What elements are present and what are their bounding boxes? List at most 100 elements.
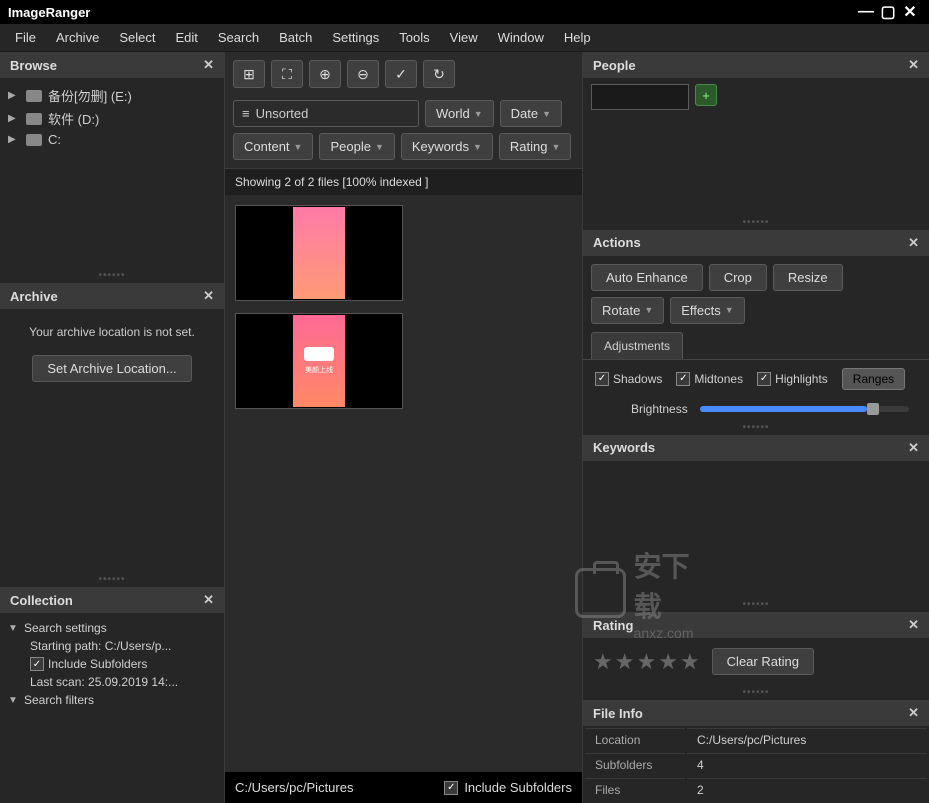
menu-archive[interactable]: Archive bbox=[47, 27, 108, 48]
check-icon[interactable]: ✓ bbox=[385, 60, 417, 88]
minimize-button[interactable]: — bbox=[855, 3, 877, 21]
menu-select[interactable]: Select bbox=[110, 27, 164, 48]
maximize-button[interactable]: ▢ bbox=[877, 2, 899, 22]
fileinfo-table: LocationC:/Users/pc/Pictures Subfolders4… bbox=[583, 726, 929, 803]
menu-edit[interactable]: Edit bbox=[166, 27, 206, 48]
content-filter-button[interactable]: Content▼ bbox=[233, 133, 313, 160]
keywords-filter-button[interactable]: Keywords▼ bbox=[401, 133, 493, 160]
search-filters-item[interactable]: ▼ Search filters bbox=[8, 691, 216, 709]
include-subfolders-label: Include Subfolders bbox=[464, 780, 572, 795]
archive-close-icon[interactable]: ✕ bbox=[203, 288, 214, 304]
menubar: File Archive Select Edit Search Batch Se… bbox=[0, 24, 929, 52]
menu-batch[interactable]: Batch bbox=[270, 27, 321, 48]
checkbox-icon[interactable] bbox=[30, 657, 44, 671]
toolbar: ⊞ ⛶ ⊕ ⊖ ✓ ↻ ≡ Unsorted World▼ Date▼ Cont… bbox=[225, 52, 582, 169]
effects-button[interactable]: Effects▼ bbox=[670, 297, 744, 324]
people-input[interactable] bbox=[591, 84, 689, 110]
grip-handle[interactable]: •••••• bbox=[583, 420, 929, 435]
archive-message: Your archive location is not set. bbox=[8, 315, 216, 349]
menu-file[interactable]: File bbox=[6, 27, 45, 48]
add-person-button[interactable]: + bbox=[695, 84, 717, 106]
rating-title: Rating bbox=[593, 618, 633, 633]
brightness-label: Brightness bbox=[631, 402, 688, 416]
chevron-down-icon: ▼ bbox=[8, 623, 20, 634]
star-icon[interactable]: ★ bbox=[658, 649, 678, 675]
date-filter-button[interactable]: Date▼ bbox=[500, 100, 562, 127]
grip-handle[interactable]: •••••• bbox=[583, 685, 929, 700]
menu-help[interactable]: Help bbox=[555, 27, 600, 48]
drive-item[interactable]: ▶ C: bbox=[8, 130, 216, 149]
grid-view-icon[interactable]: ⊞ bbox=[233, 60, 265, 88]
drive-label: 备份[勿删] (E:) bbox=[48, 86, 132, 105]
set-archive-button[interactable]: Set Archive Location... bbox=[32, 355, 191, 382]
clear-rating-button[interactable]: Clear Rating bbox=[712, 648, 814, 675]
drive-label: C: bbox=[48, 132, 61, 147]
browse-close-icon[interactable]: ✕ bbox=[203, 57, 214, 73]
actions-close-icon[interactable]: ✕ bbox=[908, 235, 919, 251]
footer-bar: C:/Users/pc/Pictures Include Subfolders bbox=[225, 772, 582, 803]
world-filter-button[interactable]: World▼ bbox=[425, 100, 494, 127]
include-subfolders-checkbox[interactable] bbox=[444, 781, 458, 795]
search-settings-item[interactable]: ▼ Search settings bbox=[8, 619, 216, 637]
list-icon: ≡ bbox=[242, 106, 250, 121]
menu-view[interactable]: View bbox=[441, 27, 487, 48]
midtones-checkbox[interactable]: Midtones bbox=[676, 372, 743, 386]
keywords-title: Keywords bbox=[593, 440, 655, 455]
people-panel-header: People ✕ bbox=[583, 52, 929, 78]
sort-selector[interactable]: ≡ Unsorted bbox=[233, 100, 419, 127]
people-filter-button[interactable]: People▼ bbox=[319, 133, 394, 160]
keywords-close-icon[interactable]: ✕ bbox=[908, 440, 919, 456]
grip-handle[interactable]: •••••• bbox=[0, 572, 224, 587]
starting-path-item[interactable]: Starting path: C:/Users/p... bbox=[8, 637, 216, 655]
rotate-button[interactable]: Rotate▼ bbox=[591, 297, 664, 324]
menu-search[interactable]: Search bbox=[209, 27, 268, 48]
highlights-checkbox[interactable]: Highlights bbox=[757, 372, 828, 386]
drive-item[interactable]: ▶ 软件 (D:) bbox=[8, 107, 216, 130]
shadows-checkbox[interactable]: Shadows bbox=[595, 372, 662, 386]
auto-enhance-button[interactable]: Auto Enhance bbox=[591, 264, 703, 291]
rating-close-icon[interactable]: ✕ bbox=[908, 617, 919, 633]
thumb-badge bbox=[304, 347, 334, 361]
drive-item[interactable]: ▶ 备份[勿删] (E:) bbox=[8, 84, 216, 107]
drive-icon bbox=[26, 134, 42, 146]
table-row: LocationC:/Users/pc/Pictures bbox=[585, 728, 927, 751]
grip-handle[interactable]: •••••• bbox=[583, 215, 929, 230]
star-icon[interactable]: ★ bbox=[593, 649, 613, 675]
fileinfo-title: File Info bbox=[593, 706, 643, 721]
rating-filter-button[interactable]: Rating▼ bbox=[499, 133, 572, 160]
last-scan-item[interactable]: Last scan: 25.09.2019 14:... bbox=[8, 673, 216, 691]
chevron-down-icon: ▼ bbox=[8, 695, 20, 706]
close-button[interactable]: ✕ bbox=[899, 2, 921, 22]
collection-close-icon[interactable]: ✕ bbox=[203, 592, 214, 608]
star-icon[interactable]: ★ bbox=[615, 649, 635, 675]
refresh-icon[interactable]: ↻ bbox=[423, 60, 455, 88]
resize-button[interactable]: Resize bbox=[773, 264, 843, 291]
zoom-out-icon[interactable]: ⊖ bbox=[347, 60, 379, 88]
crop-button[interactable]: Crop bbox=[709, 264, 767, 291]
actions-panel-header: Actions ✕ bbox=[583, 230, 929, 256]
zoom-in-icon[interactable]: ⊕ bbox=[309, 60, 341, 88]
table-row: Files2 bbox=[585, 778, 927, 801]
drive-icon bbox=[26, 113, 42, 125]
fullscreen-icon[interactable]: ⛶ bbox=[271, 60, 303, 88]
star-icon[interactable]: ★ bbox=[680, 649, 700, 675]
fileinfo-panel-header: File Info ✕ bbox=[583, 700, 929, 726]
footer-path: C:/Users/pc/Pictures bbox=[235, 780, 353, 795]
people-title: People bbox=[593, 58, 636, 73]
thumbnail[interactable] bbox=[235, 205, 403, 301]
grip-handle[interactable]: •••••• bbox=[583, 597, 929, 612]
include-subfolders-item[interactable]: Include Subfolders bbox=[8, 655, 216, 673]
menu-settings[interactable]: Settings bbox=[323, 27, 388, 48]
star-icon[interactable]: ★ bbox=[636, 649, 656, 675]
thumbnail[interactable]: 美颜上线 bbox=[235, 313, 403, 409]
app-title: ImageRanger bbox=[8, 5, 90, 20]
ranges-button[interactable]: Ranges bbox=[842, 368, 905, 390]
drive-label: 软件 (D:) bbox=[48, 109, 99, 128]
brightness-slider[interactable] bbox=[700, 406, 909, 412]
menu-window[interactable]: Window bbox=[489, 27, 553, 48]
fileinfo-close-icon[interactable]: ✕ bbox=[908, 705, 919, 721]
grip-handle[interactable]: •••••• bbox=[0, 268, 224, 283]
adjustments-tab[interactable]: Adjustments bbox=[591, 332, 683, 359]
people-close-icon[interactable]: ✕ bbox=[908, 57, 919, 73]
menu-tools[interactable]: Tools bbox=[390, 27, 438, 48]
